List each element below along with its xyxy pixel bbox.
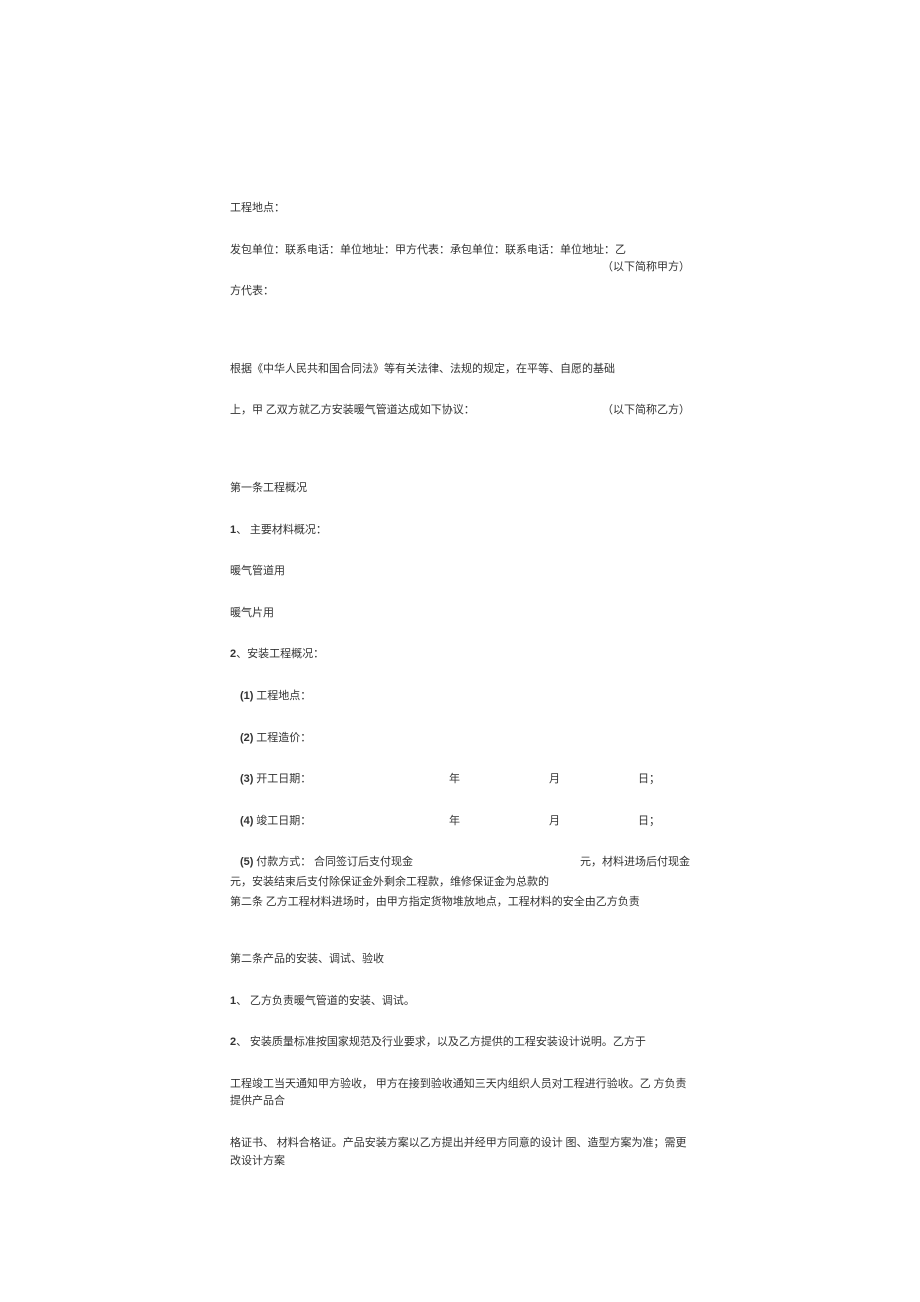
- radiator-material-line: 暖气片用: [230, 605, 690, 623]
- party-rep-line: 方代表：: [230, 283, 690, 301]
- party-b-alias: （以下简称乙方）: [602, 402, 690, 420]
- day-label: 日；: [560, 771, 660, 789]
- item-1-materials: 1、 主要材料概况：: [230, 522, 690, 540]
- month-label-2: 月: [460, 813, 560, 831]
- sub-2-cost: (2) 工程造价：: [230, 730, 690, 748]
- article-1-title: 第一条工程概况: [230, 480, 690, 498]
- sub-5-payment: (5) 付款方式： 合同签订后支付现金 元，材料进场后付现金: [230, 854, 690, 872]
- a2-item-1-text: 、 乙方负责暖气管道的安装、调试。: [236, 995, 415, 1007]
- sub-5-text: 付款方式： 合同签订后支付现金: [253, 856, 413, 868]
- sub-2-number: (2): [240, 732, 253, 744]
- a2-line-4: 格证书、 材料合格证。产品安装方案以乙方提出并经甲方同意的设计 图、造型方案为准…: [230, 1135, 690, 1170]
- a2-item-1: 1、 乙方负责暖气管道的安装、调试。: [230, 993, 690, 1011]
- party-a-alias: （以下简称甲方）: [602, 259, 690, 277]
- sub-5-line2: 元，安装结束后支付除保证金外剩余工程款，维修保证金为总款的: [230, 874, 690, 892]
- document-content: 工程地点： 发包单位：联系电话：单位地址：甲方代表：承包单位：联系电话：单位地址…: [230, 200, 690, 1170]
- year-label-2: 年: [360, 813, 460, 831]
- sub-4-number: (4): [240, 815, 253, 827]
- sub-1-location: (1) 工程地点：: [230, 688, 690, 706]
- sub-1-number: (1): [240, 690, 253, 702]
- item-1-text: 、 主要材料概况：: [236, 524, 327, 536]
- article-2-title: 第二条产品的安装、调试、验收: [230, 951, 690, 969]
- preamble-line2: 上，甲 乙双方就乙方安装暖气管道达成如下协议： （以下简称乙方）: [230, 402, 690, 420]
- item-2-text: 、安装工程概况：: [236, 648, 324, 660]
- preamble-text: 上，甲 乙双方就乙方安装暖气管道达成如下协议：: [230, 404, 475, 416]
- sub-3-text: 开工日期：: [253, 773, 311, 785]
- sub-3-start-date: (3) 开工日期： 年 月 日；: [230, 771, 690, 789]
- party-a-line: 发包单位：联系电话：单位地址：甲方代表：承包单位：联系电话：单位地址：乙 （以下…: [230, 242, 690, 260]
- sub-1-text: 工程地点：: [253, 690, 311, 702]
- pipe-material-line: 暖气管道用: [230, 563, 690, 581]
- preamble-line1: 根据《中华人民共和国合同法》等有关法律、法规的规定，在平等、自愿的基础: [230, 361, 690, 379]
- sub-5-right: 元，材料进场后付现金: [580, 854, 690, 872]
- party-a-text: 发包单位：联系电话：单位地址：甲方代表：承包单位：联系电话：单位地址：乙: [230, 244, 626, 256]
- a2-item-2: 2、 安装质量标准按国家规范及行业要求，以及乙方提供的工程安装设计说明。乙方于: [230, 1034, 690, 1052]
- year-label: 年: [360, 771, 460, 789]
- sub-2-text: 工程造价：: [253, 732, 311, 744]
- sub-5-line3: 第二条 乙方工程材料进场时，由甲方指定货物堆放地点，工程材料的安全由乙方负责: [230, 894, 690, 912]
- sub-4-end-date: (4) 竣工日期： 年 月 日；: [230, 813, 690, 831]
- sub-4-text: 竣工日期：: [253, 815, 311, 827]
- sub-3-number: (3): [240, 773, 253, 785]
- sub-5-number: (5): [240, 856, 253, 868]
- month-label: 月: [460, 771, 560, 789]
- a2-item-2-text: 、 安装质量标准按国家规范及行业要求，以及乙方提供的工程安装设计说明。乙方于: [236, 1036, 646, 1048]
- a2-line-3: 工程竣工当天通知甲方验收， 甲方在接到验收通知三天内组织人员对工程进行验收。乙 …: [230, 1076, 690, 1111]
- day-label-2: 日；: [560, 813, 660, 831]
- project-location-line: 工程地点：: [230, 200, 690, 218]
- item-2-installation: 2、安装工程概况：: [230, 646, 690, 664]
